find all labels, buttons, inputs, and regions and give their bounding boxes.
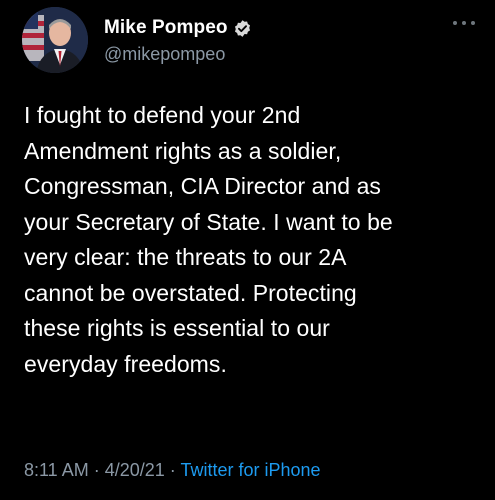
- tweet-date[interactable]: 4/20/21: [105, 460, 165, 480]
- avatar-image: [22, 7, 88, 73]
- tweet-text: I fought to defend your 2nd Amendment ri…: [24, 102, 393, 377]
- dot: [471, 21, 475, 25]
- tweet-time[interactable]: 8:11 AM: [24, 460, 89, 480]
- user-handle[interactable]: @mikepompeo: [104, 44, 252, 65]
- more-dots-icon[interactable]: [453, 17, 475, 29]
- dot: [453, 21, 457, 25]
- tweet-card: Mike Pompeo @mikepompeo I fought to defe…: [0, 0, 495, 500]
- dot: [462, 21, 466, 25]
- display-name-row: Mike Pompeo: [104, 16, 252, 40]
- tweet-meta: 8:11 AM · 4/20/21 · Twitter for iPhone: [24, 460, 321, 481]
- meta-separator: ·: [164, 460, 181, 480]
- tweet-source-link[interactable]: Twitter for iPhone: [180, 460, 320, 480]
- avatar[interactable]: [22, 7, 88, 73]
- meta-separator: ·: [88, 460, 105, 480]
- tweet-header: Mike Pompeo @mikepompeo: [22, 7, 483, 73]
- verified-badge-icon: [233, 19, 252, 38]
- user-names: Mike Pompeo @mikepompeo: [104, 16, 252, 65]
- display-name[interactable]: Mike Pompeo: [104, 17, 228, 39]
